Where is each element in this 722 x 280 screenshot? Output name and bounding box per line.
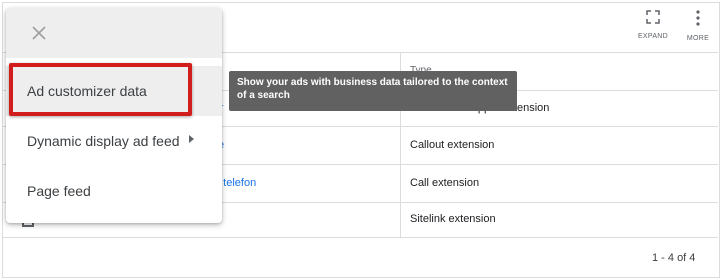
expand-label: EXPAND (637, 33, 669, 40)
close-button[interactable] (29, 23, 49, 43)
feed-type-cell: Sitelink extension (410, 213, 496, 225)
menu-item-label: Page feed (27, 183, 91, 199)
column-divider (400, 203, 401, 237)
menu-header (6, 8, 222, 58)
close-icon (32, 26, 46, 40)
more-label: MORE (686, 35, 710, 42)
chevron-right-icon (189, 135, 194, 143)
highlight-box (9, 63, 192, 116)
feed-type-cell: Callout extension (410, 139, 495, 151)
tooltip-text: Show your ads with business data tailore… (237, 77, 508, 101)
menu-item-page-feed[interactable]: Page feed (6, 166, 222, 216)
tooltip: Show your ads with business data tailore… (229, 71, 517, 111)
more-button[interactable]: MORE (678, 10, 718, 42)
column-divider (400, 165, 401, 202)
pagination-label: 1 - 4 of 4 (652, 252, 696, 264)
more-vert-icon (696, 10, 700, 26)
expand-button[interactable]: EXPAND (633, 10, 673, 40)
menu-item-dynamic-display-ad-feed[interactable]: Dynamic display ad feed (6, 116, 222, 166)
feed-type-cell: Call extension (410, 177, 480, 189)
expand-icon (646, 10, 660, 24)
column-divider (400, 127, 401, 164)
menu-item-label: Dynamic display ad feed (27, 133, 180, 149)
